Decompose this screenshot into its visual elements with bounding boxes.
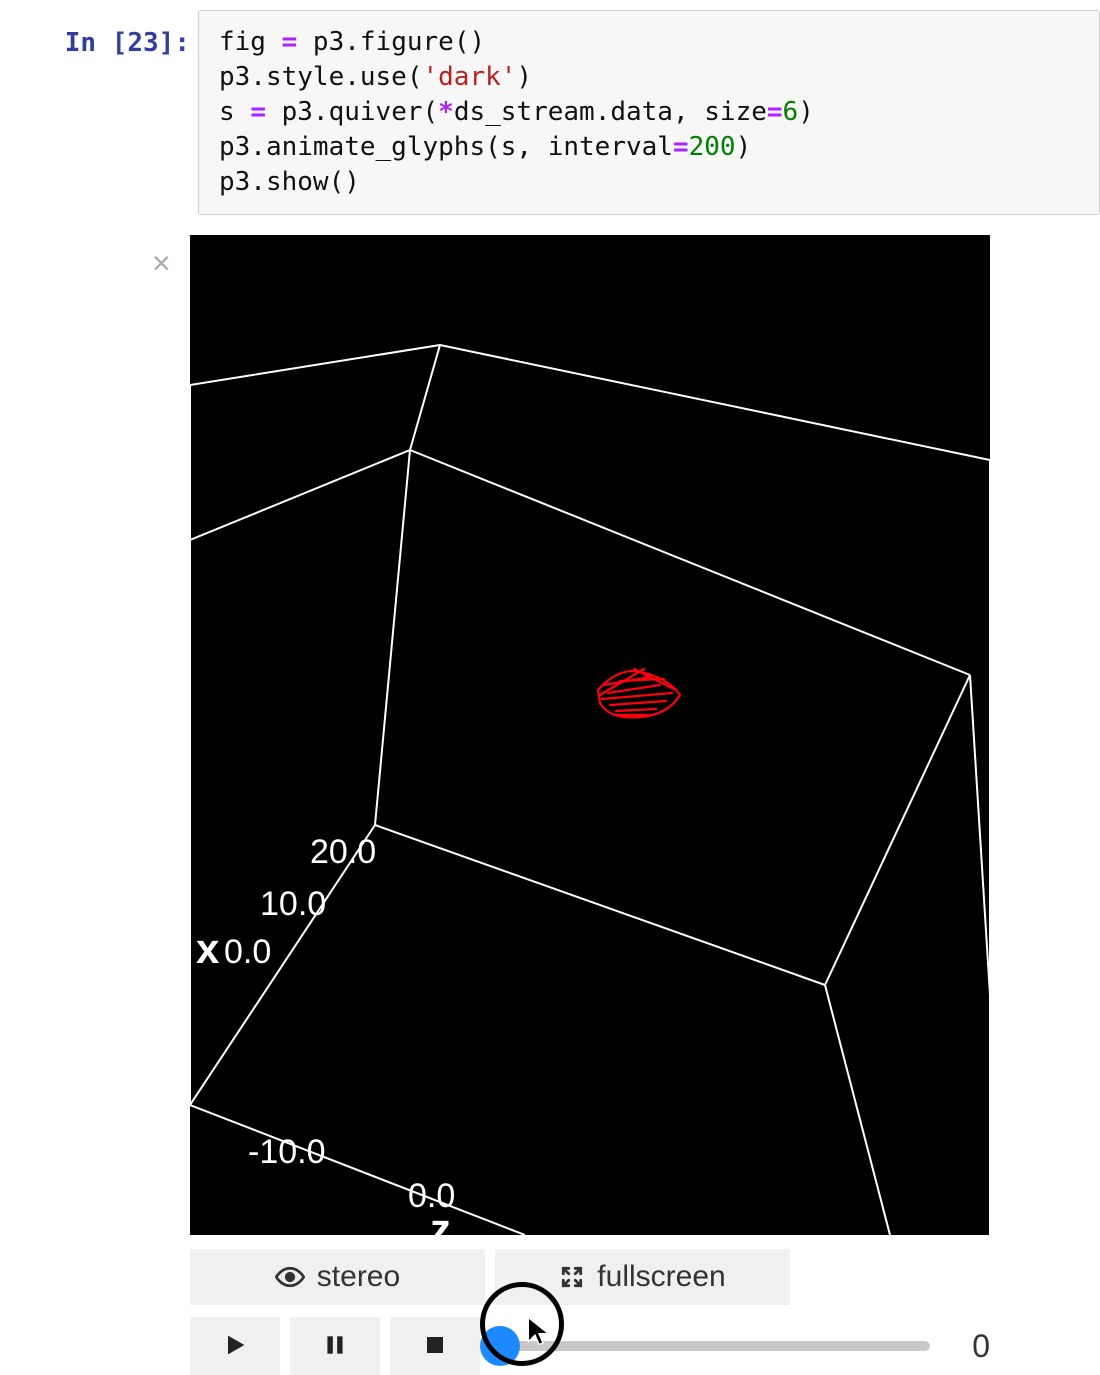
pause-button[interactable] (290, 1317, 380, 1375)
bounding-box-wireframe (190, 235, 990, 1235)
code-line-1: fig = p3.figure() (219, 25, 1079, 60)
animation-player: 0 (190, 1317, 990, 1375)
code-input[interactable]: fig = p3.figure() p3.style.use('dark') s… (198, 10, 1100, 215)
output-area: × (190, 235, 990, 1375)
progress-slider[interactable] (500, 1341, 930, 1351)
3d-canvas[interactable]: x 0.0 10.0 20.0 -10.0 0.0 z (190, 235, 990, 1235)
pause-icon (322, 1332, 348, 1361)
eye-icon (275, 1262, 305, 1292)
fullscreen-icon (559, 1264, 585, 1290)
code-line-5: p3.show() (219, 165, 1079, 200)
cell-prompt: In [23]: (40, 10, 190, 58)
fullscreen-label: fullscreen (597, 1260, 725, 1294)
axis-y-tick-neg10: -10.0 (248, 1133, 326, 1172)
axis-x-label: x (196, 925, 219, 973)
code-line-2: p3.style.use('dark') (219, 60, 1079, 95)
axis-z-label: z (430, 1205, 451, 1235)
axis-x-tick-20: 20.0 (310, 833, 376, 872)
play-icon (221, 1331, 249, 1362)
stereo-button[interactable]: stereo (190, 1249, 485, 1305)
quiver-glyphs (590, 655, 690, 730)
stop-button[interactable] (390, 1317, 480, 1375)
stop-icon (423, 1333, 447, 1360)
axis-x-tick-0: 0.0 (224, 933, 271, 972)
axis-x-tick-10: 10.0 (260, 885, 326, 924)
stereo-label: stereo (317, 1260, 400, 1294)
slider-value: 0 (950, 1328, 990, 1365)
code-line-3: s = p3.quiver(*ds_stream.data, size=6) (219, 95, 1079, 130)
slider-thumb[interactable] (480, 1326, 520, 1366)
close-icon[interactable]: × (152, 247, 171, 279)
fullscreen-button[interactable]: fullscreen (495, 1249, 790, 1305)
play-button[interactable] (190, 1317, 280, 1375)
code-cell: In [23]: fig = p3.figure() p3.style.use(… (0, 0, 1100, 215)
view-toolbar: stereo fullscreen (190, 1249, 990, 1305)
code-line-4: p3.animate_glyphs(s, interval=200) (219, 130, 1079, 165)
